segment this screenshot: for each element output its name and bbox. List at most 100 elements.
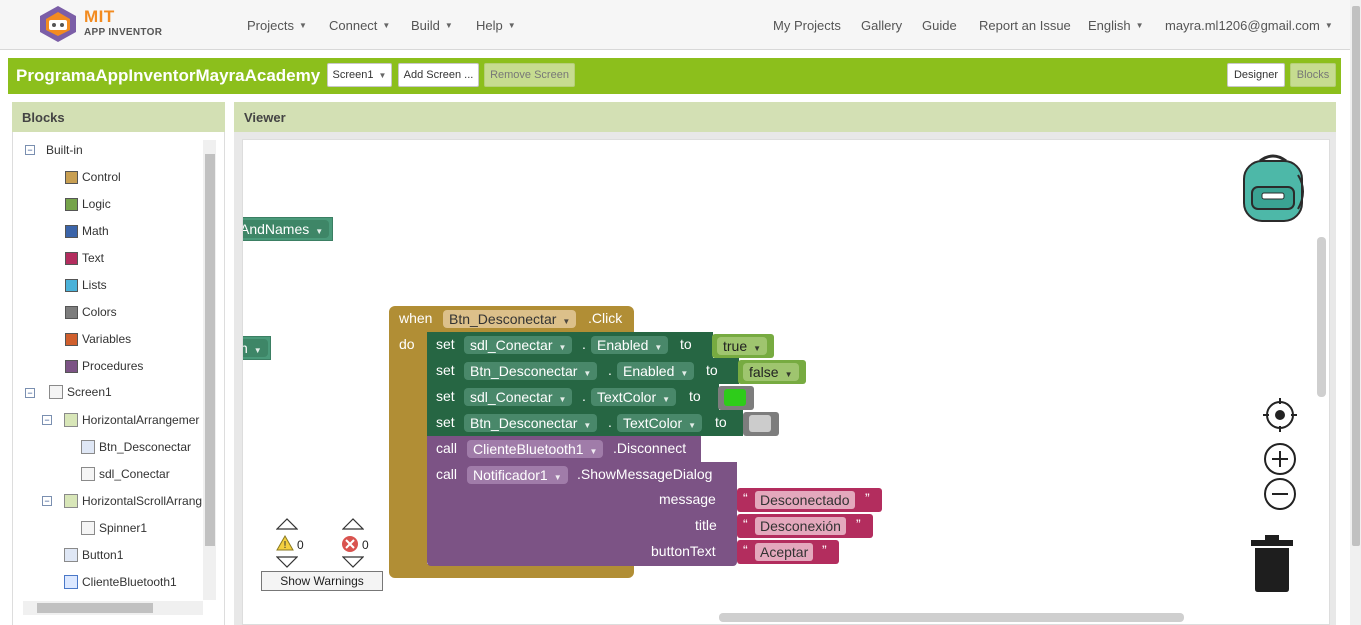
set-block-row[interactable]: set Btn_Desconectar ▼ . Enabled ▼ to: [427, 358, 739, 384]
text-value[interactable]: Desconectado: [755, 491, 855, 509]
nav-help[interactable]: Help ▼: [476, 0, 516, 50]
tree-math[interactable]: Math: [65, 224, 109, 238]
blocks-workspace[interactable]: AndNames▼ n▼ when Btn_Desconectar▼ .Clic…: [242, 139, 1330, 625]
set-block-row[interactable]: set sdl_Conectar ▼ . TextColor ▼ to: [427, 384, 719, 410]
property-dropdown[interactable]: Enabled ▼: [591, 336, 669, 354]
backpack-icon[interactable]: [1238, 151, 1308, 223]
tree-spinner1[interactable]: Spinner1: [81, 521, 147, 535]
collapse-icon[interactable]: −: [42, 496, 52, 506]
recenter-icon[interactable]: [1263, 398, 1297, 432]
nav-connect[interactable]: Connect ▼: [329, 0, 390, 50]
logic-dropdown[interactable]: false ▼: [743, 363, 799, 381]
property-dropdown[interactable]: TextColor ▼: [617, 414, 703, 432]
tree-screen1[interactable]: Screen1: [49, 385, 112, 399]
color-green-block[interactable]: [718, 386, 754, 410]
app-inventor-logo[interactable]: MIT APP INVENTOR: [36, 4, 166, 44]
blocks-button[interactable]: Blocks: [1290, 63, 1336, 87]
component-dropdown[interactable]: Notificador1 ▼: [467, 466, 568, 484]
text-title-block[interactable]: “ Desconexión ”: [737, 514, 873, 538]
warnings-next-arrow-icon[interactable]: [276, 556, 298, 568]
set-block-row[interactable]: set Btn_Desconectar ▼ . TextColor ▼ to: [427, 410, 743, 436]
property-label: TextColor: [597, 389, 657, 405]
text-value[interactable]: Desconexión: [755, 517, 846, 535]
color-gray-block[interactable]: [743, 412, 779, 436]
tree-control[interactable]: Control: [65, 170, 121, 184]
nav-gallery[interactable]: Gallery: [861, 0, 902, 50]
scroll-thumb[interactable]: [1352, 6, 1360, 546]
component-dropdown[interactable]: Btn_Desconectar ▼: [464, 362, 598, 380]
nav-account[interactable]: mayra.ml1206@gmail.com ▼: [1165, 0, 1333, 50]
partial-dropdown[interactable]: n▼: [243, 339, 268, 357]
trash-icon[interactable]: [1249, 535, 1295, 593]
nav-my-projects[interactable]: My Projects: [773, 0, 841, 50]
property-dropdown[interactable]: Enabled ▼: [617, 362, 695, 380]
workspace-horizontal-scrollbar[interactable]: [719, 613, 1184, 622]
logic-false-block[interactable]: false ▼: [738, 360, 806, 384]
errors-prev-arrow-icon[interactable]: [342, 518, 364, 530]
tree-logic[interactable]: Logic: [65, 197, 111, 211]
call-disconnect-block[interactable]: call ClienteBluetooth1 ▼ .Disconnect: [427, 436, 701, 462]
nav-build[interactable]: Build ▼: [411, 0, 453, 50]
partial-dropdown[interactable]: AndNames ▼: [243, 220, 330, 238]
nav-projects[interactable]: Projects ▼: [247, 0, 307, 50]
partial-block[interactable]: n▼: [243, 336, 271, 360]
component-dropdown[interactable]: sdl_Conectar ▼: [464, 336, 573, 354]
blocks-horizontal-scrollbar[interactable]: [23, 601, 203, 615]
component-dropdown[interactable]: sdl_Conectar ▼: [464, 388, 573, 406]
collapse-icon[interactable]: −: [25, 145, 35, 155]
color-swatch[interactable]: [749, 415, 771, 432]
caret-down-icon: ▼: [444, 20, 453, 30]
component-dropdown[interactable]: Btn_Desconectar ▼: [464, 414, 598, 432]
property-dropdown[interactable]: TextColor ▼: [591, 388, 677, 406]
designer-button[interactable]: Designer: [1227, 63, 1285, 87]
nav-report-issue[interactable]: Report an Issue: [979, 0, 1071, 50]
logic-true-block[interactable]: true ▼: [712, 334, 774, 358]
color-swatch[interactable]: [724, 389, 746, 406]
call-showmessagedialog-block[interactable]: call Notificador1 ▼ .ShowMessageDialog me…: [427, 462, 737, 566]
scroll-thumb[interactable]: [205, 154, 215, 546]
show-warnings-button[interactable]: Show Warnings: [261, 571, 383, 591]
set-keyword: set: [436, 336, 455, 352]
tree-variables[interactable]: Variables: [65, 332, 131, 346]
event-component-dropdown[interactable]: Btn_Desconectar ▼: [443, 310, 577, 328]
collapse-icon[interactable]: −: [42, 415, 52, 425]
set-block-row[interactable]: set sdl_Conectar ▼ . Enabled ▼ to: [427, 332, 713, 358]
workspace-vertical-scrollbar[interactable]: [1317, 237, 1326, 397]
nav-my-projects-label: My Projects: [773, 17, 841, 33]
logic-dropdown[interactable]: true ▼: [717, 337, 768, 355]
nav-guide[interactable]: Guide: [922, 0, 957, 50]
tree-colors[interactable]: Colors: [65, 305, 117, 319]
collapse-icon[interactable]: −: [25, 388, 35, 398]
tree-btn-desconectar[interactable]: Btn_Desconectar: [81, 440, 191, 454]
scroll-thumb[interactable]: [37, 603, 153, 613]
text-button-block[interactable]: “ Aceptar ”: [737, 540, 839, 564]
remove-screen-button[interactable]: Remove Screen: [484, 63, 575, 87]
zoom-in-icon[interactable]: [1263, 442, 1297, 476]
method-label: .ShowMessageDialog: [577, 466, 713, 482]
screen-select[interactable]: Screen1 ▼: [327, 63, 392, 87]
dot-label: .: [608, 414, 612, 430]
zoom-out-icon[interactable]: [1263, 477, 1297, 511]
dot-label: .: [608, 362, 612, 378]
tree-bluetooth[interactable]: ClienteBluetooth1: [64, 575, 177, 589]
tree-horizontal-arrangement[interactable]: HorizontalArrangemer: [64, 413, 199, 427]
dropdown-arrow-icon: ▼: [583, 369, 592, 378]
errors-next-arrow-icon[interactable]: [342, 556, 364, 568]
tree-horizontal-scroll[interactable]: HorizontalScrollArrang: [64, 494, 202, 508]
tree-builtin[interactable]: Built-in: [46, 143, 83, 157]
tree-sdl-conectar[interactable]: sdl_Conectar: [81, 467, 170, 481]
tree-text[interactable]: Text: [65, 251, 104, 265]
partial-block[interactable]: AndNames ▼: [243, 217, 333, 241]
page-vertical-scrollbar[interactable]: [1350, 0, 1361, 625]
tree-lists[interactable]: Lists: [65, 278, 107, 292]
component-dropdown[interactable]: ClienteBluetooth1 ▼: [467, 440, 604, 458]
text-value[interactable]: Aceptar: [755, 543, 814, 561]
arrangement-icon: [64, 413, 78, 427]
nav-language[interactable]: English ▼: [1088, 0, 1144, 50]
blocks-vertical-scrollbar[interactable]: [203, 140, 216, 600]
add-screen-button[interactable]: Add Screen ...: [398, 63, 479, 87]
tree-button1[interactable]: Button1: [64, 548, 123, 562]
text-message-block[interactable]: “ Desconectado ”: [737, 488, 882, 512]
tree-procedures[interactable]: Procedures: [65, 359, 143, 373]
warnings-prev-arrow-icon[interactable]: [276, 518, 298, 530]
